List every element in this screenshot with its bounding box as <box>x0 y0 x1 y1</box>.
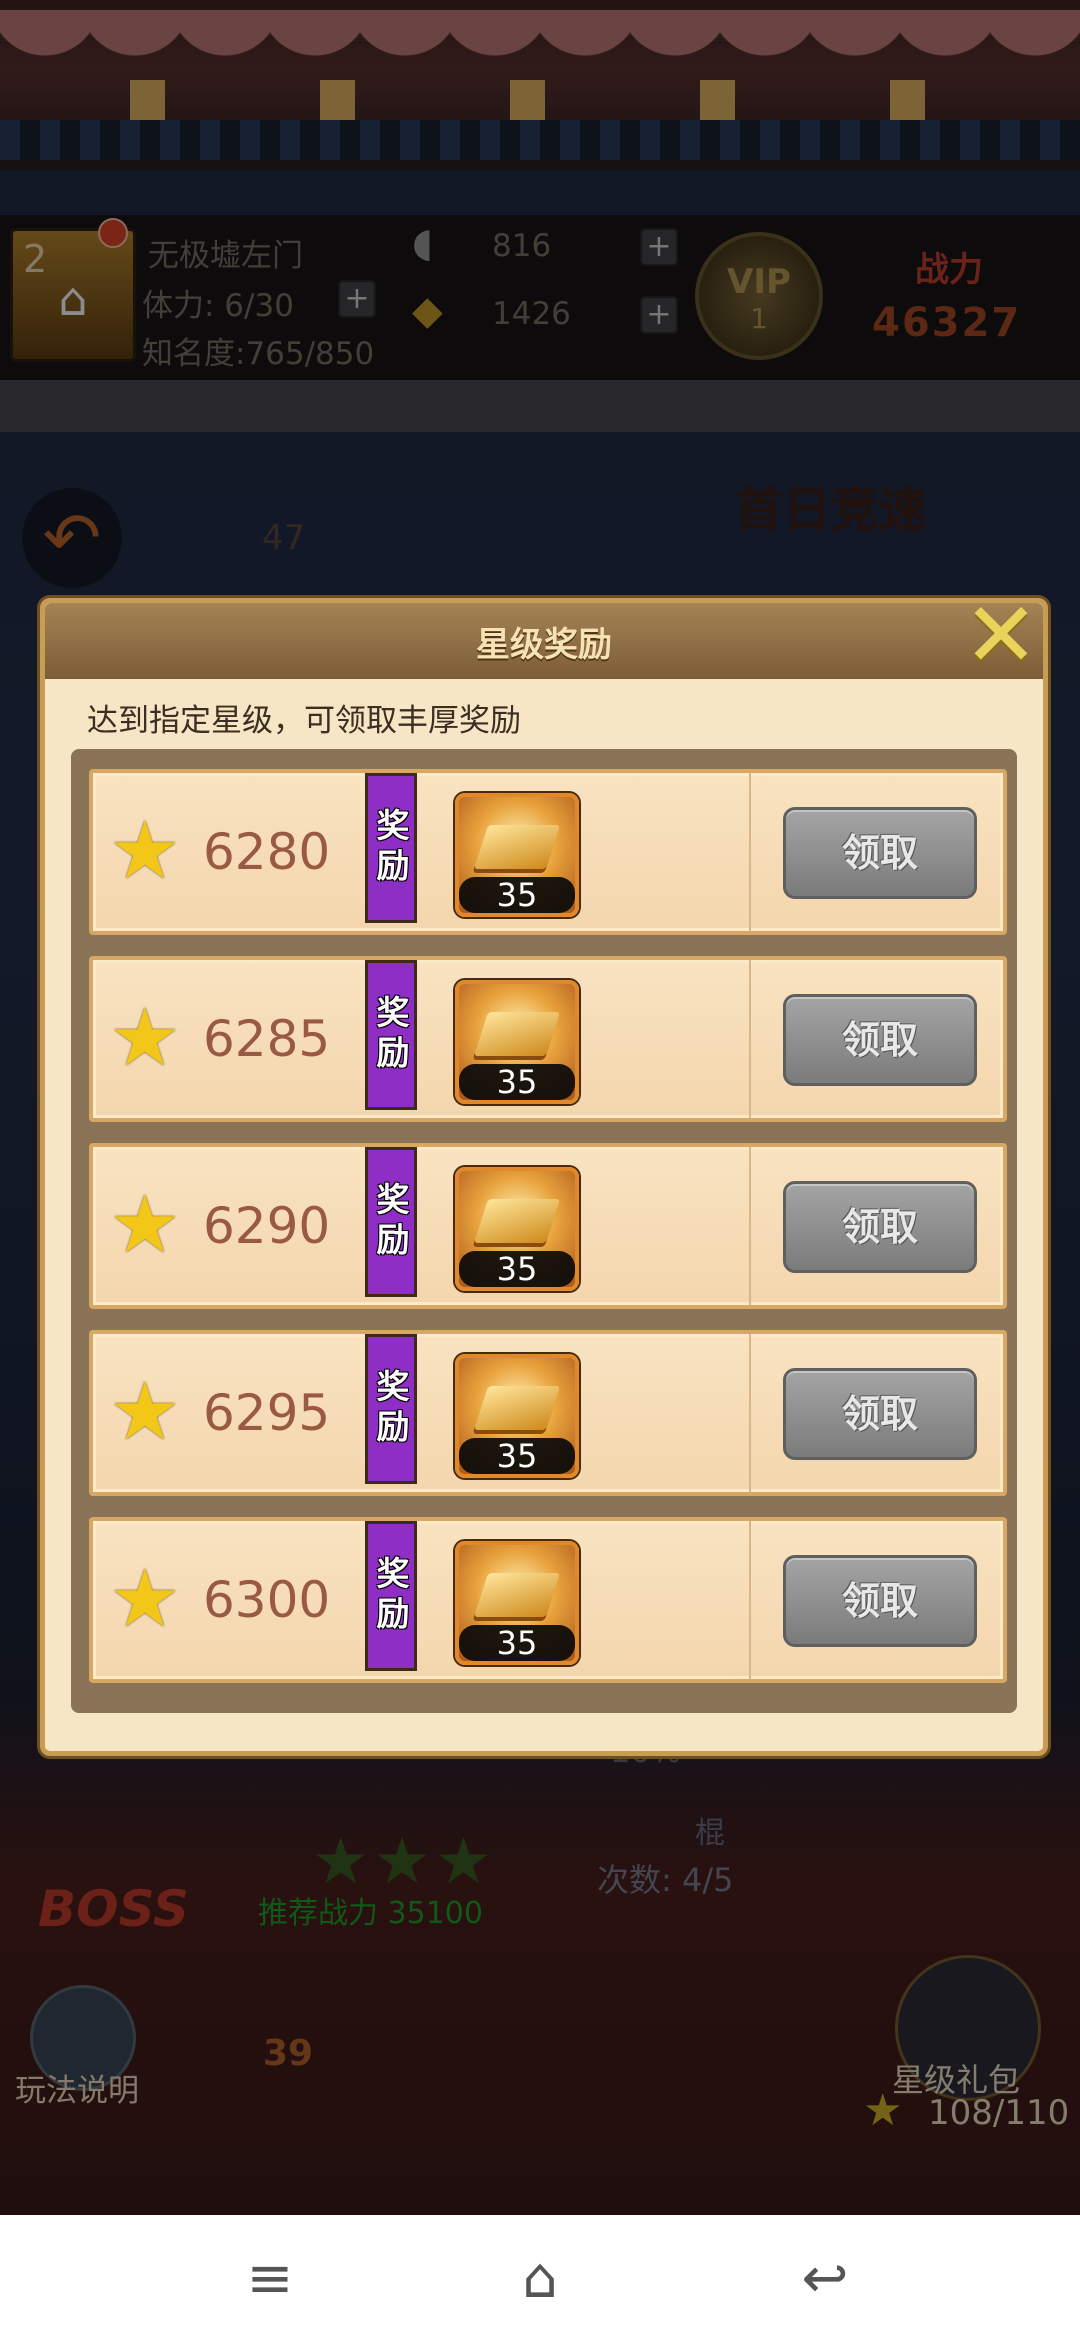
claim-button[interactable]: 领取 <box>783 1181 977 1273</box>
row-divider <box>749 1147 751 1305</box>
reward-tag-text: 奖励 <box>376 806 410 885</box>
claim-button[interactable]: 领取 <box>783 1368 977 1460</box>
claim-button[interactable]: 领取 <box>783 1555 977 1647</box>
star-reward-dialog: 星级奖励 达到指定星级，可领取丰厚奖励 ★ 6280 奖励 35 领取 ★ 62… <box>40 598 1048 1756</box>
row-divider <box>749 773 751 931</box>
reward-tag: 奖励 <box>365 773 417 923</box>
gold-ingot-icon <box>473 1386 561 1430</box>
dialog-subtitle: 达到指定星级，可领取丰厚奖励 <box>87 703 521 739</box>
star-requirement: 6280 <box>203 823 331 881</box>
star-icon: ★ <box>109 1552 181 1645</box>
reward-row: ★ 6285 奖励 35 领取 <box>89 956 1007 1122</box>
item-quantity: 35 <box>459 1625 575 1661</box>
reward-tag-text: 奖励 <box>376 1554 410 1633</box>
home-icon[interactable]: ⌂ <box>500 2247 580 2311</box>
item-quantity: 35 <box>459 1251 575 1287</box>
reward-row: ★ 6280 奖励 35 领取 <box>89 769 1007 935</box>
reward-tag: 奖励 <box>365 1521 417 1671</box>
gold-ingot-icon <box>473 1199 561 1243</box>
reward-row: ★ 6290 奖励 35 领取 <box>89 1143 1007 1309</box>
reward-row: ★ 6295 奖励 35 领取 <box>89 1330 1007 1496</box>
star-requirement: 6295 <box>203 1384 331 1442</box>
row-divider <box>749 1521 751 1679</box>
item-quantity: 35 <box>459 1438 575 1474</box>
star-icon: ★ <box>109 991 181 1084</box>
claim-button[interactable]: 领取 <box>783 807 977 899</box>
dialog-header: 星级奖励 <box>45 603 1043 679</box>
gold-ingot-item[interactable]: 35 <box>455 793 579 917</box>
star-requirement: 6285 <box>203 1010 331 1068</box>
reward-tag-text: 奖励 <box>376 1367 410 1446</box>
gold-ingot-item[interactable]: 35 <box>455 1167 579 1291</box>
gold-ingot-icon <box>473 825 561 869</box>
star-requirement: 6300 <box>203 1571 331 1629</box>
close-x-icon[interactable]: ✕ <box>955 590 1047 682</box>
reward-list[interactable]: ★ 6280 奖励 35 领取 ★ 6285 奖励 35 领取 ★ 6290 奖… <box>71 749 1017 1713</box>
star-icon: ★ <box>109 804 181 897</box>
reward-tag-text: 奖励 <box>376 993 410 1072</box>
dialog-title: 星级奖励 <box>476 625 612 665</box>
reward-tag-text: 奖励 <box>376 1180 410 1259</box>
back-icon[interactable]: ↩ <box>785 2247 865 2311</box>
row-divider <box>749 960 751 1118</box>
reward-row: ★ 6300 奖励 35 领取 <box>89 1517 1007 1683</box>
star-icon: ★ <box>109 1178 181 1271</box>
star-requirement: 6290 <box>203 1197 331 1255</box>
item-quantity: 35 <box>459 1064 575 1100</box>
reward-tag: 奖励 <box>365 960 417 1110</box>
item-quantity: 35 <box>459 877 575 913</box>
gold-ingot-item[interactable]: 35 <box>455 1354 579 1478</box>
gold-ingot-icon <box>473 1012 561 1056</box>
row-divider <box>749 1334 751 1492</box>
menu-icon[interactable]: ≡ <box>230 2247 310 2311</box>
star-icon: ★ <box>109 1365 181 1458</box>
system-nav-bar: ≡ ⌂ ↩ <box>0 2215 1080 2340</box>
reward-tag: 奖励 <box>365 1334 417 1484</box>
gold-ingot-icon <box>473 1573 561 1617</box>
gold-ingot-item[interactable]: 35 <box>455 980 579 1104</box>
reward-tag: 奖励 <box>365 1147 417 1297</box>
gold-ingot-item[interactable]: 35 <box>455 1541 579 1665</box>
claim-button[interactable]: 领取 <box>783 994 977 1086</box>
